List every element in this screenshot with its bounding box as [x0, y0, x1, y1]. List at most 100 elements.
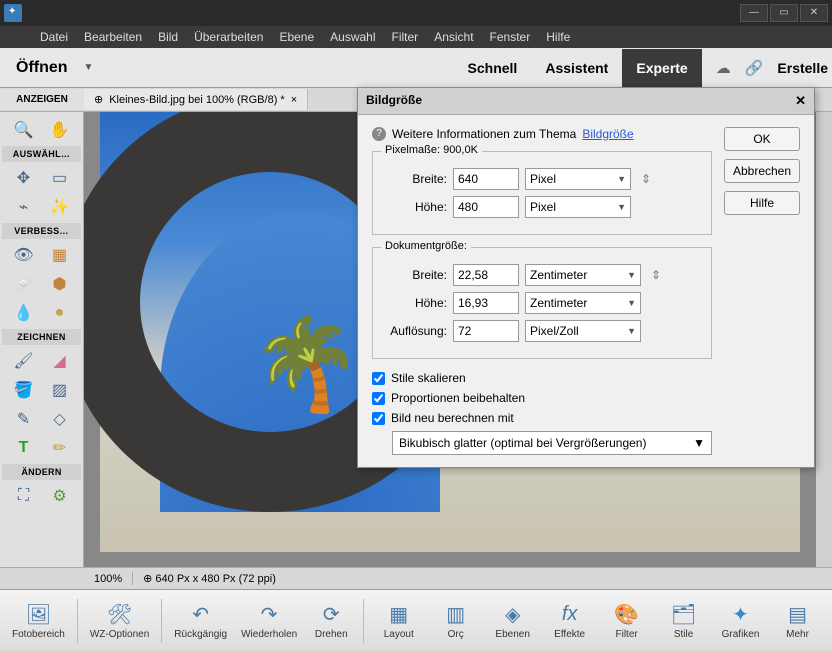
- doc-width-input[interactable]: [453, 264, 519, 286]
- hand-tool[interactable]: ✋: [45, 117, 75, 143]
- help-button[interactable]: Hilfe: [724, 191, 800, 215]
- bb-org[interactable]: ▥Orç: [430, 597, 482, 644]
- maximize-button[interactable]: ▭: [770, 4, 798, 22]
- resample-checkbox[interactable]: [372, 412, 385, 425]
- document-size-group: Dokumentgröße: Breite: Zentimeter▼ ⇕ Höh…: [372, 247, 712, 359]
- blur-tool[interactable]: 💧: [9, 300, 39, 326]
- move-tool[interactable]: ✥: [9, 165, 39, 191]
- doc-height-input[interactable]: [453, 292, 519, 314]
- crop-tool[interactable]: ⛶: [9, 483, 39, 509]
- px-width-input[interactable]: [453, 168, 519, 190]
- gradient-tool[interactable]: ▨: [45, 377, 75, 403]
- eraser-tool[interactable]: ◢: [45, 348, 75, 374]
- pixel-legend: Pixelmaße: 900,0K: [381, 144, 482, 156]
- menu-ueberarbeiten[interactable]: Überarbeiten: [194, 30, 263, 44]
- resample-method-select[interactable]: Bikubisch glatter (optimal bei Vergrößer…: [392, 431, 712, 455]
- cloud-icon[interactable]: ☁: [716, 59, 731, 77]
- scale-styles-label: Stile skalieren: [391, 371, 466, 385]
- modebar: Öffnen ▼ Schnell Assistent Experte ☁ 🔗 E…: [0, 48, 832, 88]
- doc-width-unit[interactable]: Zentimeter▼: [525, 264, 641, 286]
- doc-height-label: Höhe:: [383, 296, 447, 310]
- bb-mehr[interactable]: ▤Mehr: [772, 597, 824, 644]
- menu-bearbeiten[interactable]: Bearbeiten: [84, 30, 142, 44]
- toolbox-header-zeichnen: ZEICHNEN: [2, 329, 81, 345]
- redeye-tool[interactable]: 👁: [9, 242, 39, 268]
- recompose-tool[interactable]: ⚙: [45, 483, 75, 509]
- doc-link-icon[interactable]: ⇕: [651, 268, 661, 282]
- close-window-button[interactable]: ✕: [800, 4, 828, 22]
- bb-fotobereich[interactable]: 🖼Fotobereich: [6, 597, 71, 644]
- toolbox-header-aendern: ÄNDERN: [2, 464, 81, 480]
- menu-fenster[interactable]: Fenster: [490, 30, 531, 44]
- mode-experte[interactable]: Experte: [622, 49, 701, 87]
- bucket-tool[interactable]: 🪣: [9, 377, 39, 403]
- pencil-tool[interactable]: ✏: [45, 435, 75, 461]
- mode-schnell[interactable]: Schnell: [454, 49, 532, 87]
- link-icon[interactable]: 🔗: [745, 59, 764, 77]
- resolution-unit[interactable]: Pixel/Zoll▼: [525, 320, 641, 342]
- open-button[interactable]: Öffnen: [0, 59, 84, 77]
- constrain-prop-checkbox[interactable]: [372, 392, 385, 405]
- px-width-unit[interactable]: Pixel▼: [525, 168, 631, 190]
- bb-ebenen[interactable]: ◈Ebenen: [487, 597, 539, 644]
- bb-layout[interactable]: ▦Layout: [373, 597, 425, 644]
- bb-effekte[interactable]: fxEffekte: [544, 597, 596, 644]
- quick-select-tool[interactable]: ✨: [45, 194, 75, 220]
- menu-ebene[interactable]: Ebene: [279, 30, 314, 44]
- marquee-tool[interactable]: ▭: [45, 165, 75, 191]
- bb-grafiken[interactable]: ✦Grafiken: [715, 597, 767, 644]
- pixel-dimensions-group: Pixelmaße: 900,0K Breite: Pixel▼ ⇕ Höhe:…: [372, 151, 712, 235]
- whiten-tool[interactable]: ▦: [45, 242, 75, 268]
- toolbox: 🔍 ✋ AUSWÄHL… ✥ ▭ ⌁ ✨ VERBESS… 👁 ▦ 🩹 ⬢ 💧 …: [0, 112, 84, 567]
- ok-button[interactable]: OK: [724, 127, 800, 151]
- info-link[interactable]: Bildgröße: [582, 127, 633, 141]
- px-width-label: Breite:: [383, 172, 447, 186]
- sponge-tool[interactable]: ●: [45, 300, 75, 326]
- brush-tool[interactable]: 🖌: [9, 348, 39, 374]
- lasso-tool[interactable]: ⌁: [9, 194, 39, 220]
- erstellen-button[interactable]: Erstelle: [777, 60, 832, 76]
- mode-assistent[interactable]: Assistent: [531, 49, 622, 87]
- menu-hilfe[interactable]: Hilfe: [546, 30, 570, 44]
- document-tab[interactable]: ⊕ Kleines-Bild.jpg bei 100% (RGB/8) * ×: [84, 89, 308, 110]
- shape-tool[interactable]: ◇: [45, 406, 75, 432]
- bb-rotate[interactable]: ⟳Drehen: [305, 597, 357, 644]
- bb-undo[interactable]: ↶Rückgängig: [168, 597, 233, 644]
- bb-stile[interactable]: 🗂Stile: [658, 597, 710, 644]
- menu-auswahl[interactable]: Auswahl: [330, 30, 375, 44]
- menu-ansicht[interactable]: Ansicht: [434, 30, 473, 44]
- bb-filter[interactable]: 🎨Filter: [601, 597, 653, 644]
- doc-width-label: Breite:: [383, 268, 447, 282]
- menu-bild[interactable]: Bild: [158, 30, 178, 44]
- eyedropper-tool[interactable]: ✎: [9, 406, 39, 432]
- px-height-unit[interactable]: Pixel▼: [525, 196, 631, 218]
- status-dims: ⊕ 640 Px x 480 Px (72 ppi): [132, 572, 286, 585]
- text-tool[interactable]: T: [9, 435, 39, 461]
- scale-styles-checkbox[interactable]: [372, 372, 385, 385]
- minimize-button[interactable]: —: [740, 4, 768, 22]
- px-link-icon[interactable]: ⇕: [641, 172, 651, 186]
- menu-filter[interactable]: Filter: [392, 30, 419, 44]
- bb-wzoptionen[interactable]: 🛠WZ-Optionen: [84, 597, 155, 644]
- toolbox-header-anzeigen: ANZEIGEN: [0, 89, 84, 110]
- resample-label: Bild neu berechnen mit: [391, 411, 514, 425]
- close-tab-icon[interactable]: ×: [291, 94, 297, 106]
- stamp-tool[interactable]: ⬢: [45, 271, 75, 297]
- zoom-tool[interactable]: 🔍: [9, 117, 39, 143]
- px-height-input[interactable]: [453, 196, 519, 218]
- toolbox-header-verbess: VERBESS…: [2, 223, 81, 239]
- resolution-input[interactable]: [453, 320, 519, 342]
- bb-redo[interactable]: ↷Wiederholen: [235, 597, 303, 644]
- bottom-toolbar: 🖼Fotobereich 🛠WZ-Optionen ↶Rückgängig ↷W…: [0, 589, 832, 651]
- zoom-level[interactable]: 100%: [84, 573, 132, 585]
- spot-heal-tool[interactable]: 🩹: [9, 271, 39, 297]
- doc-legend: Dokumentgröße:: [381, 240, 471, 252]
- menu-datei[interactable]: Datei: [40, 30, 68, 44]
- open-caret-icon[interactable]: ▼: [84, 62, 94, 73]
- menubar: Datei Bearbeiten Bild Überarbeiten Ebene…: [0, 26, 832, 48]
- info-text: Weitere Informationen zum Thema: [392, 127, 576, 141]
- doc-height-unit[interactable]: Zentimeter▼: [525, 292, 641, 314]
- dialog-title: Bildgröße: [366, 93, 422, 109]
- cancel-button[interactable]: Abbrechen: [724, 159, 800, 183]
- dialog-close-icon[interactable]: ✕: [795, 93, 806, 109]
